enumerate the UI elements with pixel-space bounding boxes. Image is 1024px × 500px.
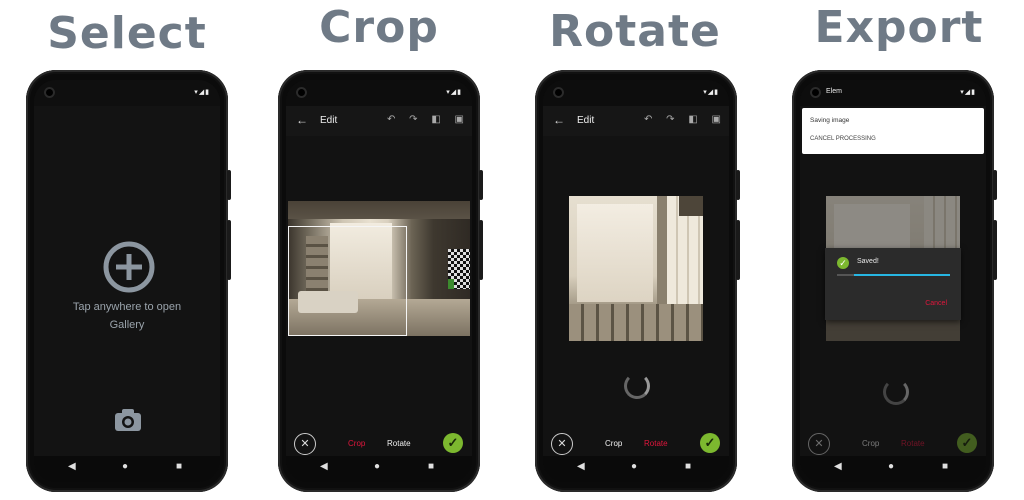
rotated-photo (569, 196, 703, 341)
cancel-link[interactable]: Cancel (925, 300, 947, 307)
screen-select[interactable]: ▾◢▮ Tap anywhere to open Gallery ◀ ● ■ (34, 80, 220, 482)
saving-title: Saving image (810, 117, 850, 124)
prompt-line-2: Gallery (109, 319, 145, 331)
redo-icon[interactable]: ↷ (666, 114, 674, 125)
heading-select: Select (47, 8, 207, 59)
save-progress-bar (837, 274, 950, 276)
phone-export: Elem ▾◢▮ Saving image CANCEL PROCESSING … (792, 70, 997, 492)
status-icons: ▾◢▮ (703, 89, 719, 96)
nav-bar: ◀ ● ■ (543, 456, 729, 482)
cancel-processing-button[interactable]: CANCEL PROCESSING (810, 136, 876, 142)
status-bar: ▾◢▮ (34, 80, 220, 106)
loading-spinner-icon (883, 379, 909, 405)
saved-dialog: ✓ Saved! Cancel (825, 248, 961, 320)
nav-recents-button[interactable]: ■ (176, 461, 182, 472)
compare-icon[interactable]: ◧ (431, 114, 440, 125)
front-camera (553, 87, 564, 98)
nav-bar: ◀ ● ■ (800, 456, 986, 482)
nav-home-button[interactable]: ● (122, 461, 128, 472)
heading-export: Export (814, 2, 984, 53)
status-icons: ▾◢▮ (960, 89, 976, 96)
compare-icon[interactable]: ◧ (688, 114, 697, 125)
redo-icon[interactable]: ↷ (409, 114, 417, 125)
editor-title: Edit (577, 115, 595, 126)
front-camera (810, 87, 821, 98)
cancel-edit-button[interactable]: ✕ (294, 433, 316, 455)
save-icon[interactable]: ▣ (712, 114, 721, 125)
undo-icon[interactable]: ↶ (387, 114, 395, 125)
save-icon[interactable]: ▣ (455, 114, 464, 125)
tab-rotate[interactable]: Rotate (387, 439, 411, 448)
cancel-edit-button[interactable]: ✕ (551, 433, 573, 455)
nav-back-button[interactable]: ◀ (68, 461, 76, 472)
saving-notification: Saving image CANCEL PROCESSING (802, 108, 984, 154)
confirm-edit-button[interactable]: ✓ (443, 433, 463, 453)
phone-rotate: ▾◢▮ ← Edit ↶ ↷ ◧ ▣ ✕ Crop Rotate ✓ ◀ ● ■ (535, 70, 740, 492)
phone-select: ▾◢▮ Tap anywhere to open Gallery ◀ ● ■ (26, 70, 231, 492)
save-progress-fill (853, 274, 950, 276)
nav-home-button[interactable]: ● (888, 461, 894, 472)
nav-recents-button[interactable]: ■ (685, 461, 691, 472)
cancel-edit-button[interactable]: ✕ (808, 433, 830, 455)
status-bar: ▾◢▮ (286, 80, 472, 106)
nav-bar: ◀ ● ■ (34, 456, 220, 482)
nav-recents-button[interactable]: ■ (428, 461, 434, 472)
confirm-edit-button[interactable]: ✓ (957, 433, 977, 453)
heading-crop: Crop (319, 2, 439, 53)
front-camera (296, 87, 307, 98)
tab-rotate[interactable]: Rotate (901, 439, 925, 448)
phone-crop: ▾◢▮ ← Edit ↶ ↷ ◧ ▣ ✕ Crop Rotate ✓ ◀ ● ■ (278, 70, 483, 492)
nav-back-button[interactable]: ◀ (320, 461, 328, 472)
tab-crop[interactable]: Crop (348, 439, 365, 448)
status-notification-text: Elem (826, 88, 842, 95)
tab-rotate[interactable]: Rotate (644, 439, 668, 448)
status-bar: ▾◢▮ (543, 80, 729, 106)
nav-home-button[interactable]: ● (631, 461, 637, 472)
tab-crop[interactable]: Crop (605, 439, 622, 448)
prompt-line-1: Tap anywhere to open (72, 301, 182, 313)
editor-title: Edit (320, 115, 338, 126)
open-gallery-prompt[interactable]: Tap anywhere to open Gallery (34, 298, 220, 334)
status-icons: ▾◢▮ (446, 89, 462, 96)
editor-toolbar: ← Edit ↶ ↷ ◧ ▣ (286, 106, 472, 136)
back-arrow-icon[interactable]: ← (296, 113, 308, 127)
front-camera (44, 87, 55, 98)
undo-icon[interactable]: ↶ (644, 114, 652, 125)
back-arrow-icon[interactable]: ← (553, 113, 565, 127)
confirm-edit-button[interactable]: ✓ (700, 433, 720, 453)
editor-toolbar: ← Edit ↶ ↷ ◧ ▣ (543, 106, 729, 136)
nav-back-button[interactable]: ◀ (577, 461, 585, 472)
nav-bar: ◀ ● ■ (286, 456, 472, 482)
plus-circle-icon[interactable] (102, 240, 156, 294)
saved-text: Saved! (857, 258, 879, 265)
screen-export: Elem ▾◢▮ Saving image CANCEL PROCESSING … (800, 80, 986, 482)
nav-back-button[interactable]: ◀ (834, 461, 842, 472)
crop-frame[interactable] (288, 226, 407, 336)
heading-rotate: Rotate (549, 6, 721, 57)
tab-crop[interactable]: Crop (862, 439, 879, 448)
nav-recents-button[interactable]: ■ (942, 461, 948, 472)
check-circle-icon: ✓ (837, 257, 849, 269)
status-icons: ▾◢▮ (194, 89, 210, 96)
loading-spinner-icon (624, 373, 650, 399)
screen-crop: ▾◢▮ ← Edit ↶ ↷ ◧ ▣ ✕ Crop Rotate ✓ ◀ ● ■ (286, 80, 472, 482)
nav-home-button[interactable]: ● (374, 461, 380, 472)
camera-icon[interactable] (114, 408, 142, 432)
status-bar: Elem ▾◢▮ (800, 80, 986, 106)
screen-rotate: ▾◢▮ ← Edit ↶ ↷ ◧ ▣ ✕ Crop Rotate ✓ ◀ ● ■ (543, 80, 729, 482)
